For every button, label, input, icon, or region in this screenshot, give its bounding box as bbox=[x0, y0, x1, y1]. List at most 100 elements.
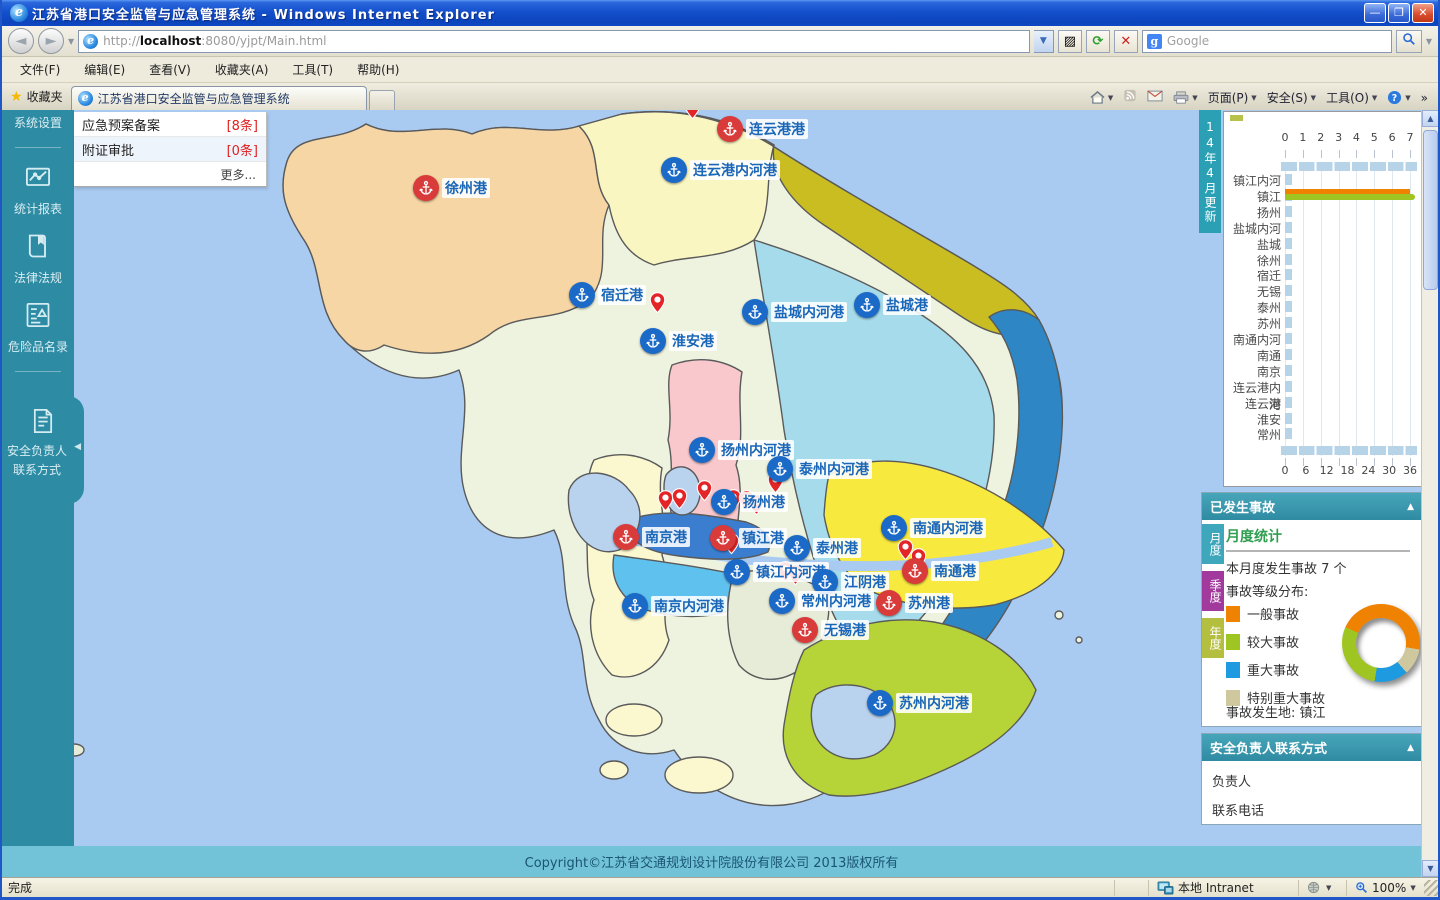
collapse-icon[interactable]: ▲ bbox=[1407, 743, 1414, 753]
port-marker[interactable]: 连云港内河港 bbox=[661, 157, 780, 183]
map-islet bbox=[1054, 610, 1064, 620]
port-marker[interactable]: 扬州港 bbox=[711, 489, 788, 515]
zoom-control[interactable]: 100% ▼ bbox=[1346, 879, 1424, 896]
chart-row: 南京 bbox=[1224, 363, 1421, 379]
page-menu-button[interactable]: 页面(P) ▼ bbox=[1208, 89, 1257, 106]
close-button[interactable]: ✕ bbox=[1412, 3, 1434, 23]
forward-button[interactable]: ► bbox=[38, 28, 64, 54]
sidebar-item-system-settings[interactable]: 系统设置 bbox=[2, 114, 74, 131]
print-button[interactable]: ▼ bbox=[1173, 91, 1198, 104]
port-marker[interactable]: 连云港港 bbox=[717, 116, 808, 142]
anchor-icon bbox=[881, 515, 907, 541]
back-button[interactable]: ◄ bbox=[8, 28, 34, 54]
maximize-button[interactable]: ❐ bbox=[1388, 3, 1410, 23]
chart-row: 淮安 bbox=[1224, 411, 1421, 427]
port-marker[interactable]: 南通内河港 bbox=[881, 515, 986, 541]
stop-button[interactable]: ✕ bbox=[1113, 29, 1138, 53]
axis-strip-bottom bbox=[1281, 446, 1417, 455]
port-marker[interactable]: 泰州内河港 bbox=[767, 456, 872, 482]
chart-row: 无锡 bbox=[1224, 283, 1421, 299]
chart-icon bbox=[25, 167, 51, 186]
port-marker[interactable]: 淮安港 bbox=[640, 328, 717, 354]
scroll-thumb[interactable] bbox=[1423, 130, 1438, 290]
url-field[interactable]: e http://localhost:8080/yjpt/Main.html bbox=[78, 29, 1030, 53]
sidebar-item-regulations[interactable]: 法律法规 bbox=[2, 231, 74, 286]
search-button[interactable] bbox=[1395, 29, 1422, 53]
port-marker[interactable]: 南通港 bbox=[902, 558, 979, 584]
contact-panel-header[interactable]: 安全负责人联系方式 ▲ bbox=[1202, 734, 1422, 761]
zero-bar bbox=[1285, 428, 1292, 440]
tab-bar: ★ 收藏夹 e 江苏省港口安全监管与应急管理系统 ▼ ▼ 页面(P) ▼ 安全(S… bbox=[2, 83, 1438, 110]
menu-item[interactable]: 编辑(E) bbox=[72, 57, 137, 82]
port-marker[interactable]: 宿迁港 bbox=[569, 282, 646, 308]
port-label: 淮安港 bbox=[669, 331, 717, 351]
menu-item[interactable]: 工具(T) bbox=[280, 57, 345, 82]
menu-item[interactable]: 帮助(H) bbox=[345, 57, 411, 82]
distribution-label: 事故等级分布: bbox=[1226, 585, 1309, 600]
resize-grip[interactable] bbox=[1424, 879, 1438, 896]
tab-active[interactable]: e 江苏省港口安全监管与应急管理系统 bbox=[70, 86, 367, 110]
anchor-icon bbox=[711, 489, 737, 515]
help-button[interactable]: ? ▼ bbox=[1387, 90, 1411, 105]
port-marker[interactable]: 苏州内河港 bbox=[867, 690, 972, 716]
period-tab-月度[interactable]: 月度 bbox=[1202, 524, 1224, 564]
port-marker[interactable]: 镇江港 bbox=[710, 525, 787, 551]
map-pin-icon[interactable] bbox=[671, 488, 688, 514]
home-icon bbox=[1090, 91, 1105, 104]
incident-panel-header[interactable]: 已发生事故 ▲ bbox=[1202, 493, 1422, 520]
search-input[interactable]: g Google bbox=[1141, 29, 1392, 53]
compatibility-button[interactable]: ▨ bbox=[1057, 29, 1082, 53]
tick-mark bbox=[1410, 150, 1411, 158]
rss-icon[interactable] bbox=[1123, 89, 1137, 106]
anchor-icon bbox=[613, 524, 639, 550]
chart-category-label: 徐州 bbox=[1256, 253, 1281, 268]
sidebar-item-safety-contact[interactable]: ◀ 安全负责人 联系方式 bbox=[2, 396, 84, 504]
port-marker[interactable]: 苏州港 bbox=[876, 590, 953, 616]
menu-item[interactable]: 查看(V) bbox=[137, 57, 203, 82]
port-marker[interactable]: 盐城内河港 bbox=[742, 299, 847, 325]
port-marker[interactable]: 南京港 bbox=[613, 524, 690, 550]
incident-location: 事故发生地: 镇江 bbox=[1226, 706, 1326, 721]
more-commands-chevron[interactable]: » bbox=[1421, 91, 1428, 105]
port-marker[interactable]: 盐城港 bbox=[854, 292, 931, 318]
protected-mode-button[interactable]: ▼ bbox=[1298, 879, 1346, 896]
security-menu-button[interactable]: 安全(S) ▼ bbox=[1267, 89, 1316, 106]
chart-row: 镇江 bbox=[1224, 188, 1421, 204]
chart-category-label: 常州 bbox=[1256, 428, 1281, 443]
map-pin-icon[interactable] bbox=[649, 292, 666, 318]
sidebar-item-hazard-list[interactable]: 危险品名录 bbox=[2, 300, 74, 355]
home-button[interactable]: ▼ bbox=[1090, 91, 1113, 104]
quick-row-cert-approval[interactable]: 附证审批 [0条] bbox=[74, 137, 266, 162]
data-bar[interactable] bbox=[1285, 194, 1416, 201]
menu-item[interactable]: 收藏夹(A) bbox=[203, 57, 281, 82]
period-tab-年度[interactable]: 年度 bbox=[1202, 618, 1224, 658]
favorites-button[interactable]: ★ 收藏夹 bbox=[6, 88, 71, 110]
anchor-icon bbox=[792, 617, 818, 643]
scroll-up-button[interactable]: ▲ bbox=[1422, 110, 1438, 127]
port-marker[interactable]: 徐州港 bbox=[413, 175, 490, 201]
menu-item[interactable]: 文件(F) bbox=[8, 57, 72, 82]
more-link[interactable]: 更多... bbox=[74, 162, 266, 186]
port-marker[interactable]: 无锡港 bbox=[792, 617, 869, 643]
port-marker[interactable]: 南京内河港 bbox=[622, 593, 727, 619]
port-marker[interactable]: 常州内河港 bbox=[769, 588, 874, 614]
mail-icon[interactable] bbox=[1147, 90, 1163, 106]
tools-menu-button[interactable]: 工具(O) ▼ bbox=[1326, 89, 1377, 106]
vertical-scrollbar[interactable]: ▲ ▼ bbox=[1421, 110, 1438, 877]
sidebar-item-statistics[interactable]: 统计报表 bbox=[2, 164, 74, 217]
minimize-button[interactable]: — bbox=[1364, 3, 1386, 23]
quick-row-emergency-plan[interactable]: 应急预案备案 [8条] bbox=[74, 112, 266, 137]
scroll-down-button[interactable]: ▼ bbox=[1422, 860, 1438, 877]
divider bbox=[1226, 550, 1411, 552]
collapse-icon[interactable]: ▲ bbox=[1407, 502, 1414, 512]
history-dropdown-icon[interactable]: ▼ bbox=[68, 37, 74, 46]
search-options-dropdown-icon[interactable]: ▼ bbox=[1426, 37, 1432, 46]
new-tab-button[interactable] bbox=[368, 90, 395, 110]
port-marker[interactable]: 泰州港 bbox=[784, 535, 861, 561]
url-dropdown-button[interactable]: ▼ bbox=[1033, 29, 1054, 53]
refresh-button[interactable]: ⟳ bbox=[1085, 29, 1110, 53]
zero-bar bbox=[1285, 269, 1292, 281]
map-pin-icon[interactable] bbox=[684, 110, 701, 124]
period-tab-季度[interactable]: 季度 bbox=[1202, 571, 1224, 611]
chart-row: 连云港内河 bbox=[1224, 379, 1421, 412]
